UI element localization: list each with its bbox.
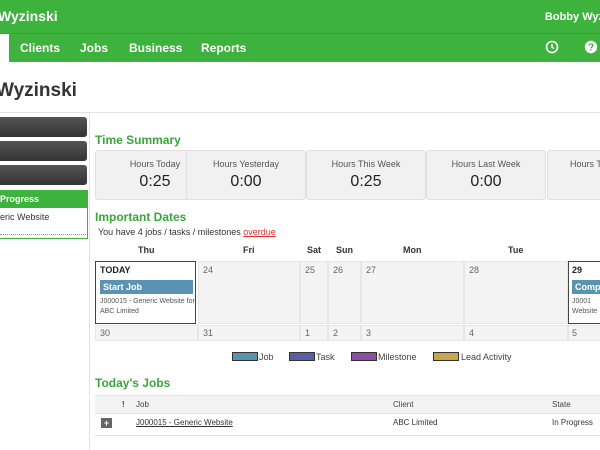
day-number: 29 (572, 265, 583, 275)
content-divider (89, 113, 90, 450)
calendar-day-29[interactable]: 29 Comp J0001 Website (568, 261, 600, 324)
summary-card-hours-last-week: Hours Last Week 0:00 (426, 150, 546, 200)
col-state[interactable]: State (552, 400, 571, 409)
job-link[interactable]: J000015 - Generic Website (136, 418, 233, 427)
card-value: 0:00 (470, 173, 502, 190)
calendar-day-4[interactable]: 4 (464, 325, 568, 341)
overdue-message: You have 4 jobs / tasks / milestones ove… (98, 227, 276, 237)
calendar-job-start[interactable]: Start Job (100, 280, 193, 294)
today-label: TODAY (100, 265, 131, 275)
calendar-day-24[interactable]: 24 (198, 261, 300, 324)
day-number: 4 (469, 328, 475, 338)
calendar-day-28[interactable]: 28 (464, 261, 568, 324)
legend-label-task: Task (316, 352, 335, 362)
legend-label-milestone: Milestone (378, 352, 417, 362)
sidebar-button-1[interactable] (0, 117, 87, 137)
day-number: 2 (333, 328, 339, 338)
calendar-job-text: J000015 - Generic Website for ABC Limite… (100, 298, 195, 315)
table-row-job[interactable]: J000015 - Generic Website (136, 418, 233, 427)
calendar-day-26[interactable]: 26 (328, 261, 361, 324)
card-label: Hours T (570, 159, 600, 169)
svg-text:?: ? (588, 43, 594, 54)
col-client[interactable]: Client (393, 400, 413, 409)
day-header-tue: Tue (508, 245, 524, 255)
day-header-mon: Mon (403, 245, 422, 255)
sidebar-button-2[interactable] (0, 141, 87, 161)
nav-reports[interactable]: Reports (201, 41, 246, 55)
col-job[interactable]: Job (136, 400, 149, 409)
day-number: 30 (100, 328, 111, 338)
help-icon[interactable]: ? (584, 40, 598, 59)
day-header-thu: Thu (138, 245, 155, 255)
card-label: Hours Last Week (451, 159, 521, 169)
calendar-day-5[interactable]: 5 (568, 325, 600, 341)
progress-panel-title: Progress (0, 191, 87, 208)
jobs-table-header: ! Job Client State (95, 395, 600, 414)
day-number: 1 (305, 328, 311, 338)
calendar-job-text: J0001 Website (572, 298, 598, 315)
summary-card-hours-this-week: Hours This Week 0:25 (306, 150, 426, 200)
card-value: 0:25 (350, 173, 382, 190)
summary-card-partial: Hours T (547, 150, 600, 200)
calendar-day-25[interactable]: 25 (300, 261, 328, 324)
day-number: 24 (203, 265, 214, 275)
day-number: 3 (366, 328, 372, 338)
todays-jobs-title: Today's Jobs (95, 376, 171, 390)
title-divider (0, 112, 600, 113)
card-value: 0:00 (230, 173, 262, 190)
progress-panel-link[interactable]: eric Website (0, 212, 87, 222)
nav-clients[interactable]: Clients (20, 41, 60, 55)
nav-business[interactable]: Business (129, 41, 182, 55)
main-nav: Clients Jobs Business Reports ? (0, 33, 600, 62)
day-number: 26 (333, 265, 344, 275)
day-number: 31 (203, 328, 214, 338)
progress-panel-divider (0, 234, 86, 235)
legend-swatch-milestone (351, 352, 377, 361)
calendar-job-complete[interactable]: Comp (572, 280, 600, 294)
page-title: Wyzinski (0, 80, 77, 101)
calendar-day-30[interactable]: 30 (95, 325, 198, 341)
progress-panel: Progress eric Website (0, 190, 88, 239)
sidebar-button-3[interactable] (0, 165, 87, 185)
summary-card-hours-yesterday: Hours Yesterday 0:00 (186, 150, 306, 200)
day-number: 5 (572, 328, 578, 338)
legend-swatch-job (232, 352, 258, 361)
table-row-client: ABC Limited (393, 418, 438, 427)
nav-home-tab[interactable] (0, 34, 9, 62)
clock-icon[interactable] (545, 40, 559, 59)
calendar-day-today[interactable]: TODAY Start Job J000015 - Generic Websit… (95, 261, 196, 324)
legend-swatch-task (289, 352, 315, 361)
calendar-day-1[interactable]: 1 (300, 325, 328, 341)
card-label: Hours This Week (331, 159, 401, 169)
day-number: 27 (366, 265, 377, 275)
table-row-state: In Progress (552, 418, 593, 427)
day-header-fri: Fri (243, 245, 255, 255)
day-number: 25 (305, 265, 316, 275)
calendar-day-27[interactable]: 27 (361, 261, 464, 324)
important-dates-title: Important Dates (95, 210, 187, 224)
legend-label-lead-activity: Lead Activity (461, 352, 512, 362)
calendar-day-3[interactable]: 3 (361, 325, 464, 341)
top-bar: Wyzinski Bobby Wyz (0, 0, 600, 33)
calendar-day-2[interactable]: 2 (328, 325, 361, 341)
day-number: 28 (469, 265, 480, 275)
brand-name[interactable]: Wyzinski (0, 8, 58, 24)
col-priority[interactable]: ! (122, 400, 125, 409)
time-summary-title: Time Summary (95, 133, 181, 147)
day-header-sat: Sat (307, 245, 322, 255)
day-header-sun: Sun (336, 245, 353, 255)
legend-label-job: Job (259, 352, 274, 362)
calendar-day-31[interactable]: 31 (198, 325, 300, 341)
expand-row-button[interactable]: + (101, 418, 112, 428)
legend-swatch-lead-activity (433, 352, 459, 361)
nav-jobs[interactable]: Jobs (80, 41, 108, 55)
overdue-link[interactable]: overdue (243, 227, 276, 237)
table-row-divider (95, 435, 600, 436)
card-label: Hours Yesterday (212, 159, 280, 169)
overdue-message-text: You have 4 jobs / tasks / milestones (98, 227, 241, 237)
user-name[interactable]: Bobby Wyz (545, 11, 600, 23)
